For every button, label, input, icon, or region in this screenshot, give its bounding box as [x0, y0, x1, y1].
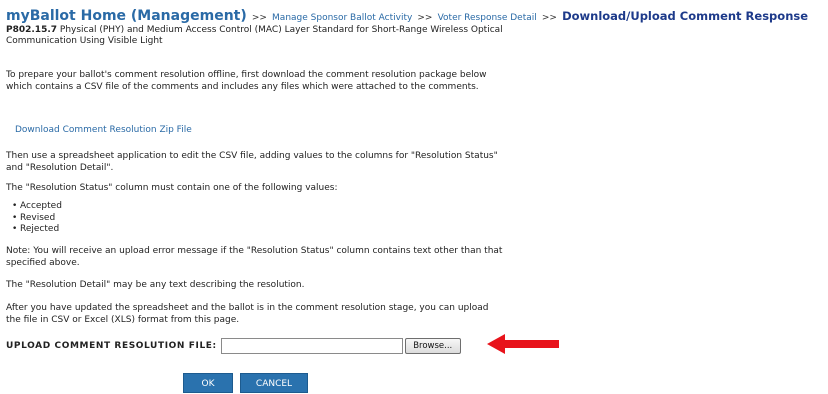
instruction-upload: After you have updated the spreadsheet a…	[6, 303, 489, 325]
breadcrumb-separator: >>	[251, 13, 267, 23]
breadcrumb-link-voter-response[interactable]: Voter Response Detail	[438, 13, 537, 23]
page-title: Download/Upload Comment Response	[562, 9, 809, 23]
upload-row: UPLOAD COMMENT RESOLUTION FILE: Browse..…	[6, 337, 461, 355]
project-title: Physical (PHY) and Medium Access Control…	[6, 25, 503, 46]
ok-button[interactable]: OK	[183, 373, 233, 393]
instruction-status-values: The "Resolution Status" column must cont…	[6, 183, 338, 193]
list-item: • Accepted	[12, 201, 62, 211]
breadcrumb-separator: >>	[417, 13, 433, 23]
cancel-button[interactable]: CANCEL	[240, 373, 308, 393]
red-arrow-icon	[487, 334, 559, 354]
instruction-note: Note: You will receive an upload error m…	[6, 246, 503, 268]
list-item: • Rejected	[12, 224, 60, 234]
breadcrumb-separator: >>	[541, 13, 557, 23]
file-path-input[interactable]	[220, 338, 403, 354]
breadcrumb: myBallot Home (Management) >> Manage Spo…	[6, 5, 808, 24]
project-subtitle: P802.15.7 Physical (PHY) and Medium Acce…	[6, 25, 526, 47]
browse-button[interactable]: Browse...	[404, 338, 461, 354]
instruction-download: To prepare your ballot's comment resolut…	[6, 70, 487, 92]
download-zip-link[interactable]: Download Comment Resolution Zip File	[15, 125, 192, 135]
instruction-edit: Then use a spreadsheet application to ed…	[6, 151, 498, 173]
breadcrumb-link-manage-sponsor[interactable]: Manage Sponsor Ballot Activity	[272, 13, 412, 23]
status-values-list: • Accepted • Revised • Rejected	[6, 201, 62, 236]
upload-label: UPLOAD COMMENT RESOLUTION FILE:	[6, 341, 217, 351]
breadcrumb-home-link[interactable]: myBallot Home (Management)	[6, 8, 247, 24]
project-code: P802.15.7	[6, 25, 58, 35]
list-item: • Revised	[12, 212, 56, 223]
instruction-detail: The "Resolution Detail" may be any text …	[6, 280, 305, 290]
